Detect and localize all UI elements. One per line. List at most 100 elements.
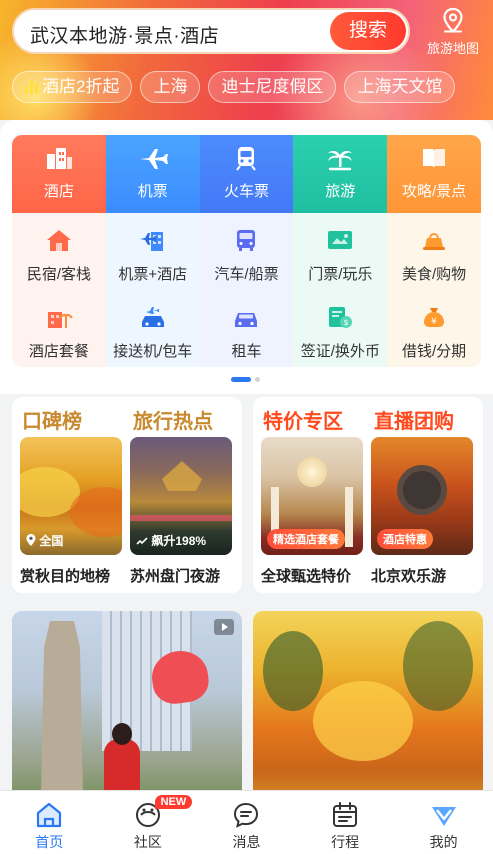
bus-icon [237, 230, 256, 251]
tag-text: 飙升198% [151, 534, 207, 548]
category-label: 机票+酒店 [118, 266, 188, 283]
feature-title[interactable]: 旅行热点 [133, 405, 213, 434]
category-label: 酒店套餐 [28, 343, 89, 360]
category-label: 酒店 [43, 183, 74, 200]
category-label: 接送机/包车 [113, 343, 193, 360]
ranking-tag: 全国 [26, 532, 63, 549]
hotel-package-icon [47, 312, 73, 328]
tab-messages[interactable]: 消息 [197, 791, 296, 854]
category-label: 火车票 [223, 183, 269, 200]
category-flight[interactable]: 机票 [105, 135, 200, 213]
feature-card-deals: 特价专区 直播团购 精选酒店套餐 酒店特惠 全球甄选特价 北京欢乐游 [253, 397, 483, 593]
search-input[interactable]: 武汉本地游·景点·酒店 [30, 21, 219, 48]
train-icon [236, 147, 257, 171]
travel-map-button[interactable]: 旅游地图 [418, 6, 488, 58]
tab-label: 消息 [232, 834, 261, 850]
deal-tag: 酒店特惠 [377, 529, 433, 549]
svg-text:$: $ [344, 318, 349, 327]
map-pin-icon [443, 7, 463, 34]
tab-community[interactable]: NEW 社区 [99, 791, 198, 854]
message-icon [234, 802, 259, 828]
category-label: 民宿/客栈 [26, 266, 91, 283]
feature-caption[interactable]: 全球甄选特价 [261, 565, 351, 586]
feed-photo-left[interactable] [12, 611, 242, 811]
category-visa[interactable]: $ 签证/换外币 [293, 290, 388, 367]
category-label: 机票 [137, 183, 168, 200]
category-label: 汽车/船票 [214, 266, 279, 283]
feature-title[interactable]: 直播团购 [374, 405, 454, 434]
hero-banner: 武汉本地游·景点·酒店 搜索 旅游地图 酒店2折起 上海 迪士尼度假区 上海天文… [0, 0, 493, 120]
category-guide[interactable]: 攻略/景点 [387, 135, 481, 213]
location-pin-icon [26, 534, 36, 546]
category-label: 租车 [231, 343, 262, 360]
svg-text:¥: ¥ [431, 317, 437, 327]
category-label: 签证/换外币 [300, 343, 380, 360]
category-homestay[interactable]: 民宿/客栈 [12, 213, 106, 290]
category-hotel-package[interactable]: 酒店套餐 [12, 290, 106, 367]
category-label: 借钱/分期 [402, 343, 467, 360]
palm-tree-icon [328, 150, 353, 171]
autumn-ranking-image[interactable]: 全国 [20, 437, 122, 555]
feature-title[interactable]: 特价专区 [263, 405, 343, 434]
house-icon [46, 230, 71, 251]
category-hotel[interactable]: 酒店 [12, 135, 106, 213]
hot-search-chips: 酒店2折起 上海 迪士尼度假区 上海天文馆 [12, 71, 456, 103]
tab-label: 社区 [133, 834, 162, 850]
feature-title[interactable]: 口碑榜 [22, 405, 82, 434]
category-tickets[interactable]: 门票/玩乐 [293, 213, 388, 290]
category-card: 酒店 机票 火车票 旅游 攻略/景点 民宿/客栈 机票+酒店 汽车/船票 门票/… [0, 120, 493, 394]
search-button[interactable]: 搜索 [330, 12, 406, 50]
category-label: 美食/购物 [402, 266, 467, 283]
deal-tag: 精选酒店套餐 [267, 529, 345, 549]
tab-profile[interactable]: 我的 [394, 791, 493, 854]
video-play-icon [214, 619, 234, 635]
category-bus-ship[interactable]: 汽车/船票 [199, 213, 294, 290]
profile-icon [431, 807, 456, 826]
feature-card-rankings: 口碑榜 旅行热点 全国 飙升198% 赏秋目的地榜 苏州盘门夜游 [12, 397, 242, 593]
bottom-tab-bar: 首页 NEW 社区 消息 行程 我的 [0, 790, 493, 854]
home-icon [37, 802, 62, 828]
ticket-icon [328, 231, 353, 249]
bar-chart-icon [25, 80, 38, 94]
search-bar[interactable]: 武汉本地游·景点·酒店 搜索 [12, 8, 410, 54]
feature-caption[interactable]: 赏秋目的地榜 [20, 565, 110, 586]
category-flight-hotel[interactable]: 机票+酒店 [105, 213, 200, 290]
tab-label: 首页 [35, 834, 64, 850]
travel-map-label: 旅游地图 [426, 41, 479, 56]
feature-caption[interactable]: 北京欢乐游 [371, 565, 446, 586]
visa-icon: $ [329, 307, 353, 328]
airport-car-icon [141, 307, 164, 327]
feature-caption[interactable]: 苏州盘门夜游 [130, 565, 220, 586]
category-car-rental[interactable]: 租车 [199, 290, 294, 367]
category-grid: 酒店 机票 火车票 旅游 攻略/景点 民宿/客栈 机票+酒店 汽车/船票 门票/… [12, 135, 481, 367]
beijing-gate-image[interactable]: 酒店特惠 [371, 437, 473, 555]
category-food-shopping[interactable]: 美食/购物 [387, 213, 481, 290]
trending-tag: 飙升198% [136, 532, 206, 549]
plane-hotel-icon [139, 232, 163, 251]
tab-itinerary[interactable]: 行程 [296, 791, 395, 854]
category-label: 攻略/景点 [402, 183, 467, 200]
hotel-icon [46, 148, 72, 169]
category-airport-transfer[interactable]: 接送机/包车 [105, 290, 200, 367]
hotel-hall-image[interactable]: 精选酒店套餐 [261, 437, 363, 555]
feed-photo-right[interactable] [253, 611, 483, 811]
chip-disney[interactable]: 迪士尼度假区 [208, 71, 337, 103]
chip-hotel-discount[interactable]: 酒店2折起 [12, 71, 133, 103]
chip-label: 上海 [153, 77, 188, 96]
plane-icon [139, 149, 168, 169]
calendar-icon [333, 802, 358, 827]
chip-shanghai[interactable]: 上海 [140, 71, 201, 103]
category-travel[interactable]: 旅游 [293, 135, 388, 213]
chip-label: 上海天文馆 [357, 77, 443, 96]
suzhou-night-image[interactable]: 飙升198% [130, 437, 232, 555]
category-loan[interactable]: ¥ 借钱/分期 [387, 290, 481, 367]
food-icon [423, 233, 446, 250]
chip-label: 迪士尼度假区 [221, 77, 324, 96]
tab-label: 行程 [331, 834, 360, 850]
chip-planetarium[interactable]: 上海天文馆 [344, 71, 456, 103]
tab-label: 我的 [429, 834, 458, 850]
category-train[interactable]: 火车票 [199, 135, 294, 213]
money-bag-icon: ¥ [424, 308, 445, 327]
tab-home[interactable]: 首页 [0, 791, 99, 854]
category-label: 旅游 [325, 183, 356, 200]
